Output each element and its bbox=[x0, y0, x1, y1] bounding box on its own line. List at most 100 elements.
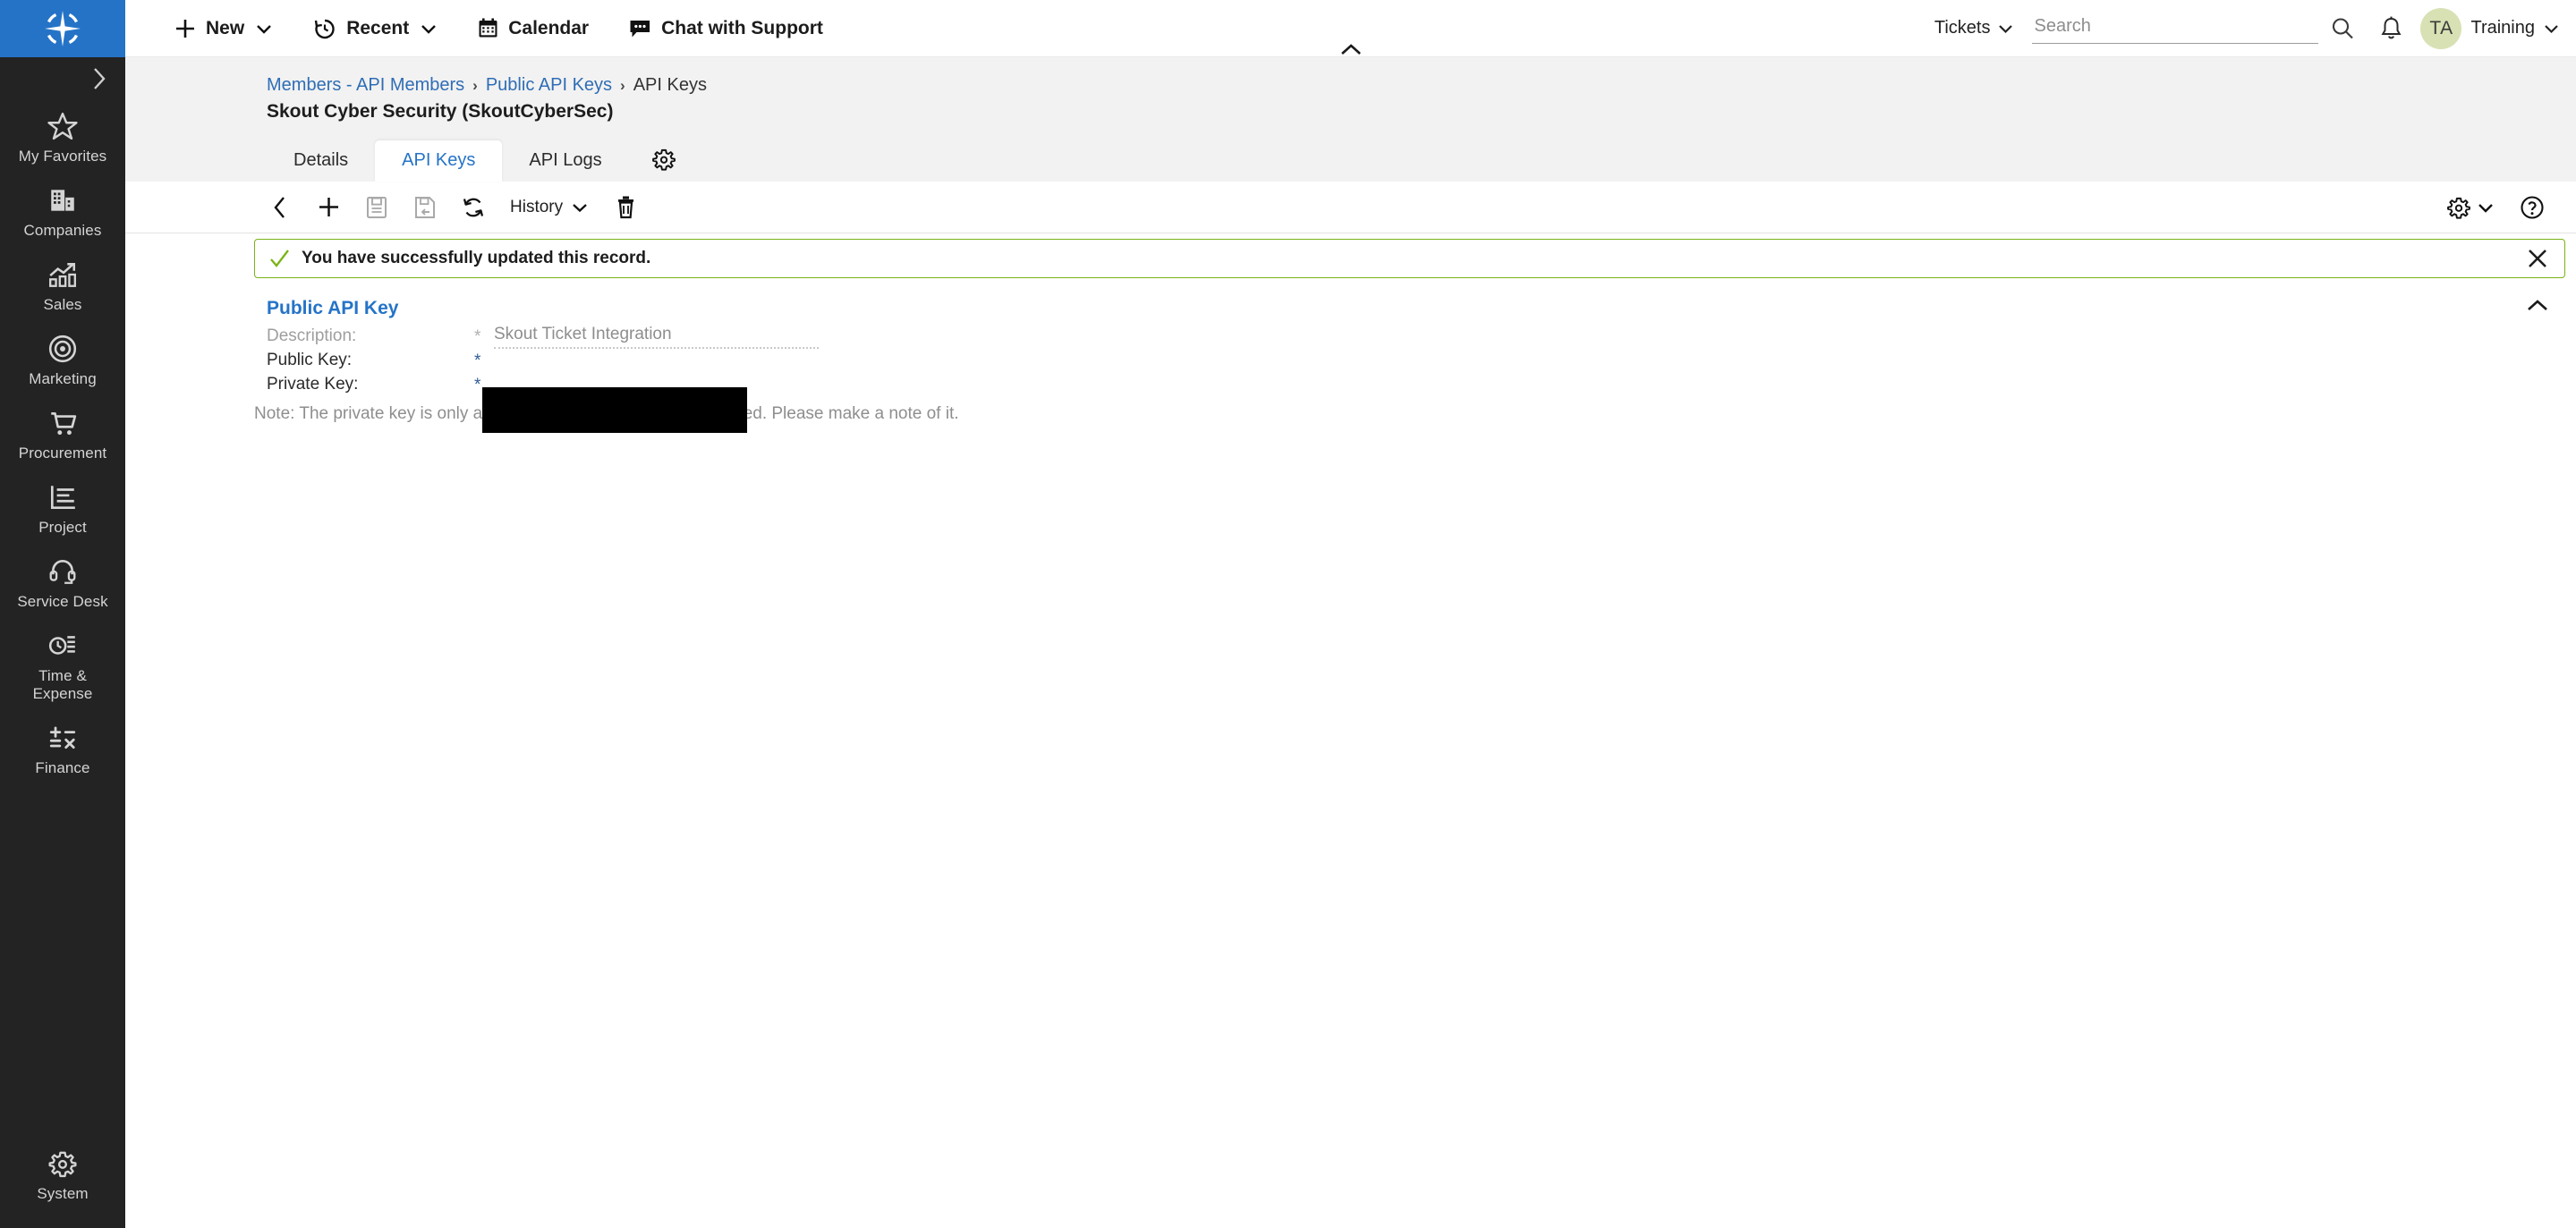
tab-settings-button[interactable] bbox=[629, 140, 695, 182]
tab-details[interactable]: Details bbox=[267, 140, 375, 182]
public-key-label: Public Key: bbox=[267, 351, 353, 369]
top-bar-right-group: Tickets Search TA Training bbox=[1922, 4, 2560, 53]
breadcrumb-link-members[interactable]: Members - API Members bbox=[267, 75, 464, 96]
tab-api-logs[interactable]: API Logs bbox=[502, 140, 628, 182]
public-key-required-marker: * bbox=[474, 351, 481, 370]
page-header: Members - API Members › Public API Keys … bbox=[125, 57, 2576, 182]
bar-chart-trend-icon bbox=[49, 263, 76, 287]
sidebar-item-finance[interactable]: Finance bbox=[0, 712, 125, 786]
history-clock-icon bbox=[315, 19, 335, 38]
calendar-icon bbox=[479, 18, 497, 38]
close-icon bbox=[2529, 250, 2546, 267]
trash-icon bbox=[617, 196, 633, 219]
save-and-close-button[interactable] bbox=[401, 187, 449, 228]
page-title: Skout Cyber Security (SkoutCyberSec) bbox=[267, 101, 614, 122]
chevron-down-icon bbox=[257, 24, 272, 34]
project-chart-icon bbox=[50, 486, 75, 510]
sidebar-item-time-and-expense[interactable]: Time & Expense bbox=[0, 620, 125, 712]
star-icon bbox=[47, 112, 78, 140]
bell-icon bbox=[2381, 16, 2402, 39]
chevron-down-icon bbox=[2545, 25, 2558, 34]
search-input[interactable] bbox=[2032, 13, 2319, 44]
sidebar-item-marketing[interactable]: Marketing bbox=[0, 323, 125, 397]
refresh-button[interactable] bbox=[449, 187, 497, 228]
notifications-button[interactable] bbox=[2367, 4, 2415, 53]
search-container bbox=[2032, 13, 2319, 44]
breadcrumb-link-public-api-keys[interactable]: Public API Keys bbox=[486, 75, 612, 96]
back-button[interactable] bbox=[256, 187, 304, 228]
private-key-input[interactable] bbox=[494, 373, 816, 376]
new-menu-label: New bbox=[206, 17, 245, 38]
recent-menu-button[interactable]: Recent bbox=[293, 11, 457, 47]
chat-bubble-icon bbox=[630, 21, 650, 38]
panel-title: Public API Key bbox=[267, 298, 399, 318]
check-icon bbox=[270, 250, 289, 267]
sidebar-item-companies[interactable]: Companies bbox=[0, 174, 125, 249]
sidebar-expand-button[interactable] bbox=[0, 57, 125, 100]
field-row-description: Description: * Skout Ticket Integration bbox=[267, 325, 2576, 349]
close-banner-button[interactable] bbox=[2525, 246, 2550, 271]
chevron-down-icon bbox=[1999, 25, 2013, 34]
sidebar-item-label: Companies bbox=[23, 222, 102, 239]
clock-list-icon bbox=[48, 636, 75, 655]
avatar[interactable]: TA bbox=[2420, 7, 2462, 49]
left-sidebar: My Favorites Companies Sales Marketing P… bbox=[0, 0, 125, 1228]
gear-icon bbox=[2447, 197, 2470, 219]
success-banner-message: You have successfully updated this recor… bbox=[302, 249, 651, 267]
new-record-button[interactable] bbox=[304, 187, 353, 228]
tickets-menu-button[interactable]: Tickets bbox=[1922, 13, 2028, 44]
user-menu-button[interactable]: Training bbox=[2470, 18, 2560, 38]
tab-label: API Keys bbox=[402, 150, 476, 170]
chevron-down-icon bbox=[573, 204, 587, 213]
chat-with-support-button[interactable]: Chat with Support bbox=[608, 12, 843, 45]
headset-icon bbox=[49, 560, 76, 584]
sidebar-item-procurement[interactable]: Procurement bbox=[0, 397, 125, 471]
main-column: New Recent Calendar Chat with Support Ti… bbox=[125, 0, 2576, 1228]
sidebar-item-label: Time & Expense bbox=[32, 667, 93, 702]
public-key-input[interactable] bbox=[494, 349, 816, 351]
sidebar-item-my-favorites[interactable]: My Favorites bbox=[0, 100, 125, 174]
sidebar-item-label: Procurement bbox=[18, 445, 107, 462]
sidebar-item-project[interactable]: Project bbox=[0, 471, 125, 546]
gear-icon bbox=[651, 148, 676, 171]
sidebar-nav-list: My Favorites Companies Sales Marketing P… bbox=[0, 100, 125, 786]
sidebar-item-service-desk[interactable]: Service Desk bbox=[0, 546, 125, 620]
chat-with-support-label: Chat with Support bbox=[661, 17, 823, 38]
save-button[interactable] bbox=[353, 187, 401, 228]
history-menu-button[interactable]: History bbox=[497, 187, 601, 228]
sidebar-item-system[interactable]: System bbox=[0, 1138, 125, 1228]
sidebar-item-label: Sales bbox=[43, 296, 82, 313]
tickets-label: Tickets bbox=[1934, 18, 1991, 38]
save-icon bbox=[367, 196, 387, 218]
plus-icon bbox=[176, 19, 194, 38]
success-banner: You have successfully updated this recor… bbox=[254, 239, 2565, 278]
topbar-collapse-button[interactable] bbox=[1324, 38, 1378, 58]
plus-icon bbox=[319, 198, 338, 216]
calendar-button[interactable]: Calendar bbox=[457, 12, 608, 45]
chevron-down-icon bbox=[421, 24, 437, 34]
breadcrumb: Members - API Members › Public API Keys … bbox=[125, 70, 2576, 96]
api-key-form: Description: * Skout Ticket Integration … bbox=[125, 319, 2576, 397]
redacted-key-values-overlay bbox=[482, 387, 747, 433]
avatar-initials: TA bbox=[2429, 17, 2453, 38]
gear-icon bbox=[48, 1151, 77, 1178]
search-icon bbox=[2333, 17, 2354, 38]
tab-api-keys[interactable]: API Keys bbox=[375, 140, 503, 182]
search-button[interactable] bbox=[2318, 4, 2367, 53]
help-button[interactable] bbox=[2508, 187, 2556, 228]
private-key-label: Private Key: bbox=[267, 375, 359, 394]
sidebar-item-sales[interactable]: Sales bbox=[0, 249, 125, 323]
app-logo[interactable] bbox=[0, 0, 125, 57]
chevron-left-icon bbox=[274, 196, 285, 218]
application-root: My Favorites Companies Sales Marketing P… bbox=[0, 0, 2576, 1228]
panel-collapse-button[interactable] bbox=[2524, 298, 2560, 314]
shopping-cart-icon bbox=[51, 412, 77, 436]
description-input[interactable]: Skout Ticket Integration bbox=[494, 325, 819, 349]
new-menu-button[interactable]: New bbox=[154, 12, 293, 46]
delete-button[interactable] bbox=[601, 187, 650, 228]
history-label: History bbox=[510, 197, 564, 216]
toolbar-settings-button[interactable] bbox=[2438, 196, 2504, 219]
top-navigation-bar: New Recent Calendar Chat with Support Ti… bbox=[125, 0, 2576, 57]
compass-star-logo-icon bbox=[45, 11, 81, 47]
